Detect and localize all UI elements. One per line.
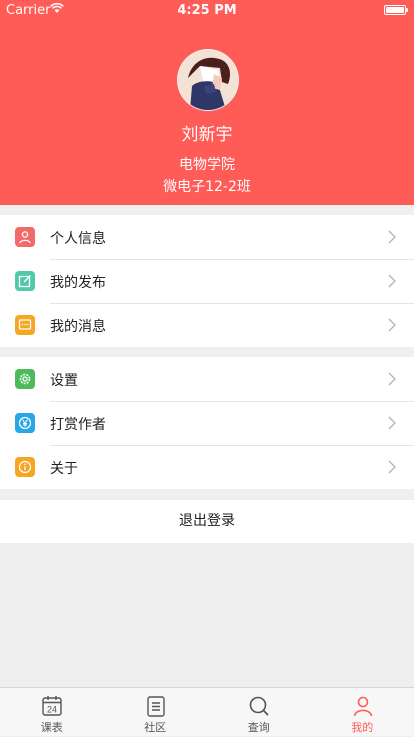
- tab-label: 社区: [104, 719, 208, 735]
- menu-item-label: 关于: [50, 458, 78, 478]
- yen-icon: [15, 413, 35, 433]
- person-icon: [351, 694, 375, 718]
- tab-bar: 24 课表 社区 查询 我的: [0, 687, 414, 736]
- tab-query[interactable]: 查询: [207, 688, 311, 737]
- tab-schedule[interactable]: 24 课表: [0, 688, 104, 737]
- calendar-icon: 24: [40, 694, 64, 718]
- tab-label: 我的: [311, 719, 414, 735]
- chevron-right-icon: [387, 317, 397, 331]
- menu-item-label: 设置: [50, 370, 78, 390]
- menu-group-app: 设置 打赏作者 关于: [0, 357, 414, 489]
- menu-item-label: 我的消息: [50, 316, 106, 336]
- gear-icon: [15, 369, 35, 389]
- chevron-right-icon: [387, 459, 397, 473]
- message-icon: [15, 315, 35, 335]
- profile-header: Carrier 4:25 PM 刘新宇 电物学院 微电子12-2班: [0, 0, 414, 205]
- menu-item-label: 我的发布: [50, 272, 106, 292]
- user-name: 刘新宇: [0, 120, 414, 145]
- user-class: 微电子12-2班: [0, 176, 414, 196]
- menu-item-label: 打赏作者: [50, 414, 106, 434]
- calendar-day: 24: [47, 705, 57, 715]
- menu-group-personal: 个人信息 我的发布 我的消息: [0, 215, 414, 347]
- chevron-right-icon: [387, 371, 397, 385]
- tab-community[interactable]: 社区: [104, 688, 208, 737]
- search-icon: [247, 694, 271, 718]
- chevron-right-icon: [387, 229, 397, 243]
- menu-item-my-messages[interactable]: 我的消息: [0, 303, 414, 347]
- menu-item-settings[interactable]: 设置: [0, 357, 414, 401]
- tab-mine[interactable]: 我的: [311, 688, 414, 737]
- chevron-right-icon: [387, 415, 397, 429]
- menu-item-personal-info[interactable]: 个人信息: [0, 215, 414, 259]
- status-bar: Carrier 4:25 PM: [0, 0, 414, 20]
- menu-item-reward-author[interactable]: 打赏作者: [0, 401, 414, 445]
- avatar[interactable]: [177, 49, 239, 111]
- user-icon: [15, 227, 35, 247]
- menu-item-label: 个人信息: [50, 228, 106, 248]
- info-icon: [15, 457, 35, 477]
- menu-item-about[interactable]: 关于: [0, 445, 414, 489]
- chevron-right-icon: [387, 273, 397, 287]
- user-college: 电物学院: [0, 154, 414, 174]
- tab-label: 查询: [207, 719, 311, 735]
- battery-icon: [384, 5, 406, 15]
- edit-icon: [15, 271, 35, 291]
- menu-item-my-posts[interactable]: 我的发布: [0, 259, 414, 303]
- tab-label: 课表: [0, 719, 104, 735]
- logout-button[interactable]: 退出登录: [0, 500, 414, 543]
- list-icon: [144, 694, 168, 718]
- status-time: 4:25 PM: [0, 3, 414, 18]
